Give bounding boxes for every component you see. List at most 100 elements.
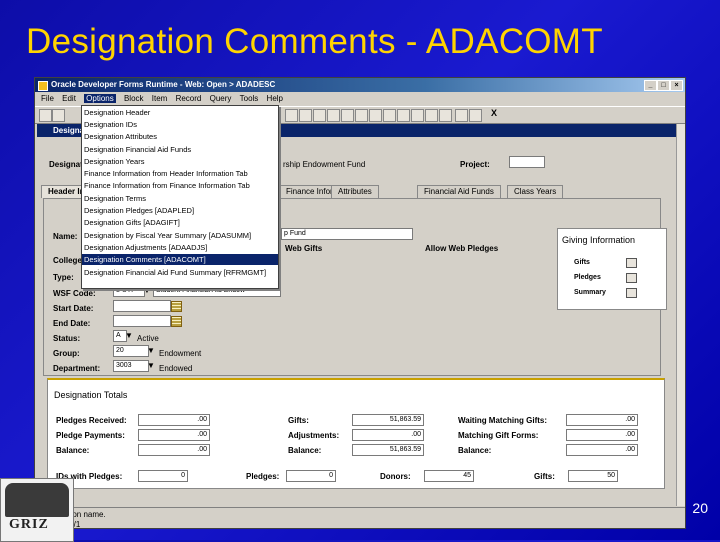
app-icon: [38, 81, 48, 91]
menu-options[interactable]: Options: [84, 94, 116, 103]
ids-with-pledges-value: 0: [138, 470, 188, 482]
gift-balance-label: Balance:: [288, 446, 322, 455]
pledges-link[interactable]: Pledges: [574, 274, 601, 281]
menu-item-designation-gifts[interactable]: Designation Gifts [ADAGIFT]: [82, 217, 278, 228]
status-description: Active: [137, 334, 159, 343]
menu-item-financial-aid-funds[interactable]: Designation Financial Aid Funds: [82, 144, 278, 155]
pledge-payments-label: Pledge Payments:: [56, 431, 125, 440]
summary-button-icon[interactable]: [626, 288, 637, 298]
menu-help[interactable]: Help: [267, 94, 283, 103]
paste-icon[interactable]: [313, 109, 326, 122]
extract-icon[interactable]: [397, 109, 410, 122]
menu-query[interactable]: Query: [210, 94, 232, 103]
menu-edit[interactable]: Edit: [62, 94, 76, 103]
menu-item-designation-years[interactable]: Designation Years: [82, 156, 278, 167]
grizzly-emblem-icon: [5, 483, 69, 517]
menubar: File Edit Options Block Item Record Quer…: [35, 93, 685, 105]
menu-item-finance-from-header[interactable]: Finance Information from Header Informat…: [82, 168, 278, 179]
minimize-button[interactable]: _: [644, 80, 657, 91]
group-label: Group:: [53, 349, 80, 358]
vertical-scrollbar[interactable]: [676, 124, 685, 506]
delete-record-icon[interactable]: [341, 109, 354, 122]
calendar-icon[interactable]: [425, 109, 438, 122]
status-bar: Designation name. Record: 1/1: [35, 507, 685, 528]
help-icon[interactable]: [469, 109, 482, 122]
maximize-button[interactable]: □: [657, 80, 670, 91]
exit-button[interactable]: X: [491, 108, 497, 119]
options-icon[interactable]: [411, 109, 424, 122]
pledges-received-value: .00: [138, 414, 210, 426]
close-button[interactable]: ×: [670, 80, 683, 91]
group-field[interactable]: 20: [113, 345, 149, 357]
start-date-calendar-icon[interactable]: [171, 301, 182, 312]
menu-record[interactable]: Record: [176, 94, 202, 103]
donors-label: Donors:: [380, 472, 411, 481]
end-date-label: End Date:: [53, 319, 91, 328]
copy-icon[interactable]: [299, 109, 312, 122]
gift-balance-value: 51,863.59: [352, 444, 424, 456]
group-description: Endowment: [159, 349, 202, 358]
adjustments-value: .00: [352, 429, 424, 441]
menu-block[interactable]: Block: [124, 94, 144, 103]
type-label: Type:: [53, 273, 74, 282]
department-lookup-icon[interactable]: ▼: [147, 361, 155, 370]
gifts-count-label: Gifts:: [534, 472, 555, 481]
project-label: Project:: [460, 160, 490, 169]
clear-record-icon[interactable]: [355, 109, 368, 122]
end-date-calendar-icon[interactable]: [171, 316, 182, 327]
menu-tools[interactable]: Tools: [240, 94, 259, 103]
end-date-field[interactable]: [113, 315, 171, 327]
menu-item-designation-adjustments[interactable]: Designation Adjustments [ADAADJS]: [82, 242, 278, 253]
status-label: Status:: [53, 334, 81, 343]
gifts-count-value: 50: [568, 470, 618, 482]
pledge-balance-value: .00: [138, 444, 210, 456]
department-description: Endowed: [159, 364, 193, 373]
attachment-icon[interactable]: [383, 109, 396, 122]
print-icon[interactable]: [52, 109, 65, 122]
menu-item-designation-terms[interactable]: Designation Terms: [82, 193, 278, 204]
menu-item-designation-attributes[interactable]: Designation Attributes: [82, 131, 278, 142]
start-date-field[interactable]: [113, 300, 171, 312]
department-field[interactable]: 3003: [113, 360, 149, 372]
gifts-link[interactable]: Gifts: [574, 259, 590, 266]
project-field[interactable]: [509, 156, 545, 168]
logo-text: GRIZ: [9, 517, 49, 532]
griz-logo: GRIZ: [0, 478, 74, 542]
menu-item-financial-aid-fund-summary[interactable]: Designation Financial Aid Fund Summary […: [82, 267, 278, 278]
start-date-label: Start Date:: [53, 304, 94, 313]
cut-icon[interactable]: [285, 109, 298, 122]
donors-value: 45: [424, 470, 474, 482]
tab-attributes[interactable]: Attributes: [331, 185, 379, 198]
tools-icon[interactable]: [439, 109, 452, 122]
wsf-code-label: WSF Code:: [53, 289, 96, 298]
menu-item-designation-header[interactable]: Designation Header: [82, 107, 278, 118]
status-lookup-icon[interactable]: ▼: [125, 331, 133, 340]
menu-item-finance-from-finance[interactable]: Finance Information from Finance Informa…: [82, 180, 278, 191]
web-gifts-label: Web Gifts: [285, 244, 323, 253]
menu-item-fiscal-year-summary[interactable]: Designation by Fiscal Year Summary [ADAS…: [82, 230, 278, 241]
department-label: Department:: [53, 364, 101, 373]
gifts-button-icon[interactable]: [626, 258, 637, 268]
tab-class-years[interactable]: Class Years: [507, 185, 564, 198]
menu-item-designation-ids[interactable]: Designation IDs: [82, 119, 278, 130]
name-field[interactable]: p Fund: [281, 228, 413, 240]
menu-file[interactable]: File: [41, 94, 54, 103]
insert-record-icon[interactable]: [327, 109, 340, 122]
tab-financial-aid-funds[interactable]: Financial Aid Funds: [417, 185, 501, 198]
pledges-button-icon[interactable]: [626, 273, 637, 283]
matching-gift-forms-label: Matching Gift Forms:: [458, 431, 539, 440]
find-icon[interactable]: [369, 109, 382, 122]
adjustments-label: Adjustments:: [288, 431, 340, 440]
slide-title: Designation Comments - ADACOMT: [26, 22, 603, 61]
summary-link[interactable]: Summary: [574, 289, 606, 296]
pledges-count-label: Pledges:: [246, 472, 280, 481]
menu-item-designation-pledges[interactable]: Designation Pledges [ADAPLED]: [82, 205, 278, 216]
menu-item[interactable]: Item: [152, 94, 168, 103]
globe-icon[interactable]: [455, 109, 468, 122]
save-icon[interactable]: [39, 109, 52, 122]
pledges-count-value: 0: [286, 470, 336, 482]
menu-item-designation-comments[interactable]: Designation Comments [ADACOMT]: [82, 254, 278, 265]
pledge-payments-value: .00: [138, 429, 210, 441]
group-lookup-icon[interactable]: ▼: [147, 346, 155, 355]
window-titlebar[interactable]: Oracle Developer Forms Runtime - Web: Op…: [35, 78, 685, 92]
